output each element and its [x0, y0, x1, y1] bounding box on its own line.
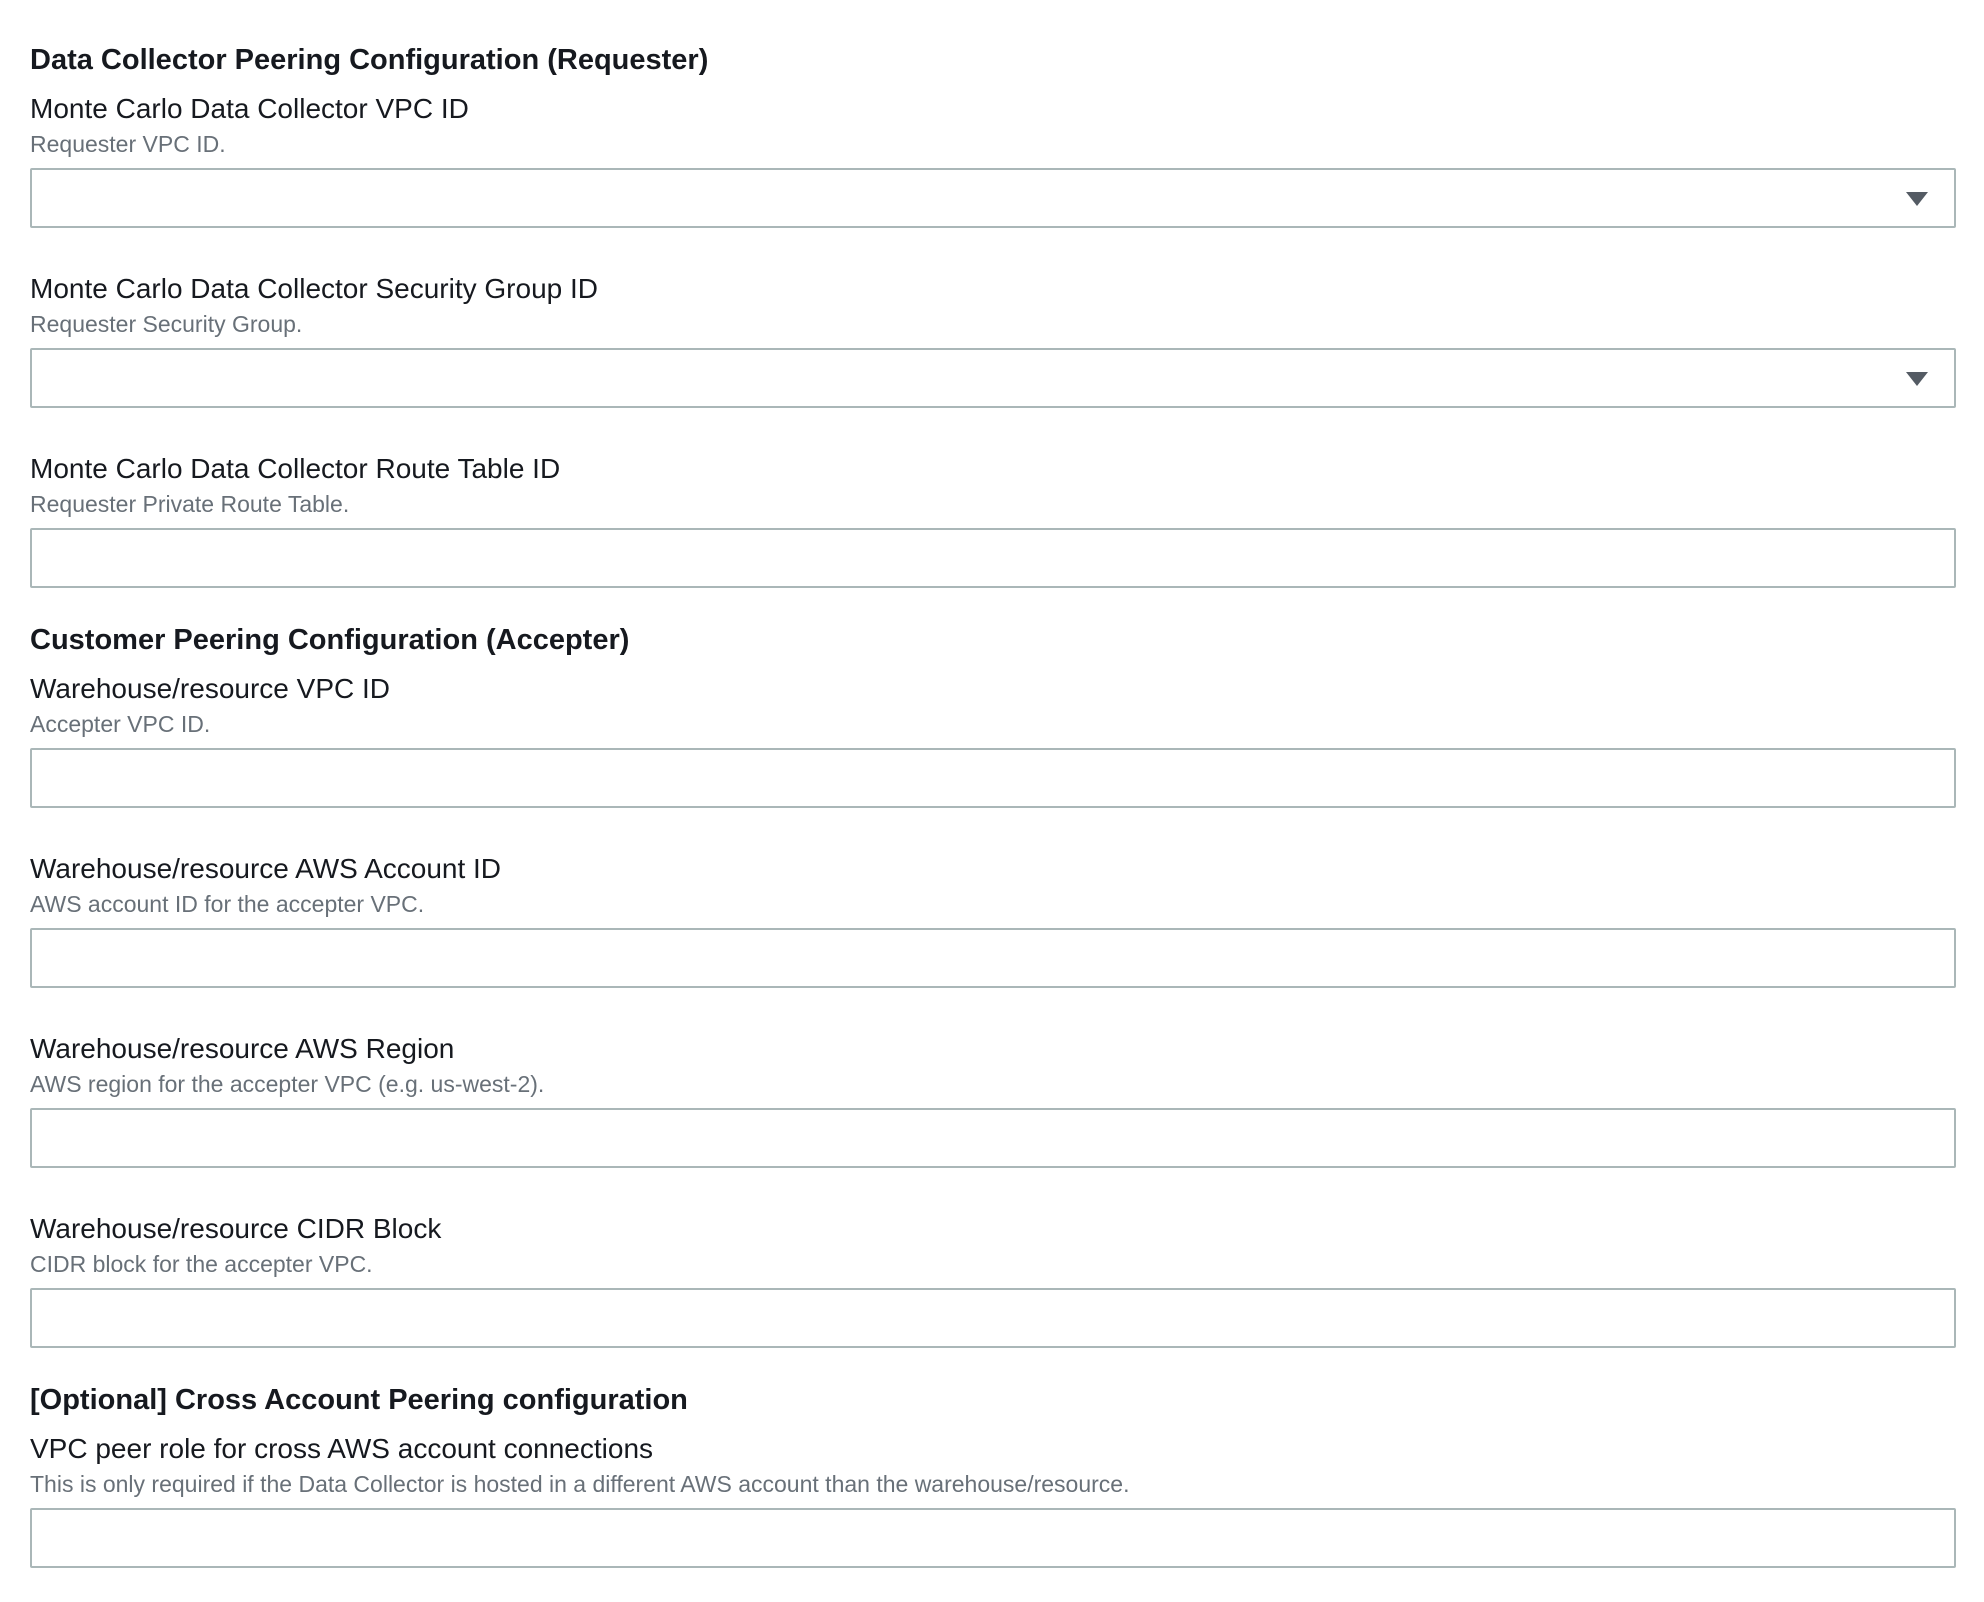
field-label-collector-vpc-id: Monte Carlo Data Collector VPC ID [30, 93, 469, 124]
warehouse-aws-account-id-input[interactable] [32, 930, 1954, 986]
collector-vpc-id-select[interactable] [30, 168, 1956, 228]
collector-route-table-id-input[interactable] [32, 530, 1954, 586]
field-label-warehouse-aws-region: Warehouse/resource AWS Region [30, 1033, 455, 1064]
field-description-collector-vpc-id: Requester VPC ID. [30, 131, 226, 157]
warehouse-vpc-id-field[interactable] [30, 748, 1956, 808]
section-title-requester: Data Collector Peering Configuration (Re… [30, 44, 709, 76]
section-title-accepter: Customer Peering Configuration (Accepter… [30, 624, 630, 656]
field-label-warehouse-vpc-id: Warehouse/resource VPC ID [30, 673, 390, 704]
field-description-warehouse-cidr-block: CIDR block for the accepter VPC. [30, 1251, 373, 1277]
warehouse-vpc-id-input[interactable] [32, 750, 1954, 806]
field-description-collector-security-group-id: Requester Security Group. [30, 311, 303, 337]
peering-configuration-form: Data Collector Peering Configuration (Re… [0, 0, 1984, 1602]
collector-security-group-id-select[interactable] [30, 348, 1956, 408]
field-label-warehouse-aws-account-id: Warehouse/resource AWS Account ID [30, 853, 502, 884]
field-label-collector-route-table-id: Monte Carlo Data Collector Route Table I… [30, 453, 561, 484]
warehouse-aws-region-field[interactable] [30, 1108, 1956, 1168]
field-description-vpc-peer-role: This is only required if the Data Collec… [30, 1471, 1130, 1497]
vpc-peer-role-input[interactable] [32, 1510, 1954, 1566]
field-description-warehouse-aws-account-id: AWS account ID for the accepter VPC. [30, 891, 425, 917]
warehouse-cidr-block-field[interactable] [30, 1288, 1956, 1348]
field-label-warehouse-cidr-block: Warehouse/resource CIDR Block [30, 1213, 442, 1244]
warehouse-aws-region-input[interactable] [32, 1110, 1954, 1166]
field-description-warehouse-aws-region: AWS region for the accepter VPC (e.g. us… [30, 1071, 545, 1097]
field-description-collector-route-table-id: Requester Private Route Table. [30, 491, 350, 517]
vpc-peer-role-field[interactable] [30, 1508, 1956, 1568]
section-title-cross-account: [Optional] Cross Account Peering configu… [30, 1384, 688, 1416]
field-description-warehouse-vpc-id: Accepter VPC ID. [30, 711, 211, 737]
warehouse-cidr-block-input[interactable] [32, 1290, 1954, 1346]
collector-route-table-id-field[interactable] [30, 528, 1956, 588]
warehouse-aws-account-id-field[interactable] [30, 928, 1956, 988]
field-label-vpc-peer-role: VPC peer role for cross AWS account conn… [30, 1433, 654, 1464]
caret-down-icon [1906, 192, 1928, 206]
caret-down-icon [1906, 372, 1928, 386]
field-label-collector-security-group-id: Monte Carlo Data Collector Security Grou… [30, 273, 598, 304]
